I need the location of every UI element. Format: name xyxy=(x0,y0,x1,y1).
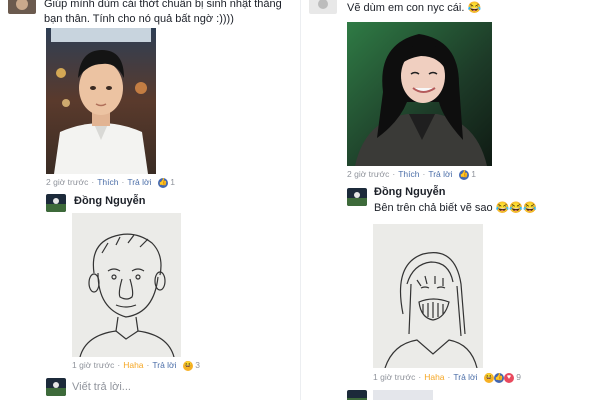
current-user-avatar xyxy=(347,390,367,400)
reply-author-name[interactable]: Đồng Nguyễn xyxy=(374,186,446,198)
reply-text: Bên trên chả biết vẽ sao 😂😂😂 xyxy=(374,202,537,214)
reply-author-name[interactable]: Đồng Nguyễn xyxy=(74,195,146,207)
reply-link[interactable]: Trả lời xyxy=(428,169,452,179)
comment-time: 2 giờ trước xyxy=(347,169,390,179)
like-icon: 👍 xyxy=(458,169,469,180)
like-link[interactable]: Thích xyxy=(398,169,419,179)
reply-link[interactable]: Trả lời xyxy=(453,372,477,382)
like-icon: 👍 xyxy=(157,177,168,188)
reaction-count[interactable]: 9 xyxy=(516,372,521,382)
love-icon: ♥ xyxy=(503,372,514,383)
reply-meta: 1 giờ trước · Haha · Trả lời 😆👍 ♥ 9 xyxy=(373,372,522,383)
haha-link[interactable]: Haha xyxy=(123,360,143,370)
haha-icon: 😆 xyxy=(483,372,494,383)
haha-icon: 😆 xyxy=(182,360,193,371)
reply-author-avatar[interactable] xyxy=(46,194,66,212)
comment-text: Giúp mình dùm cái thớt chuẩn bị sinh nhậ… xyxy=(44,0,282,25)
reply-sketch-image[interactable] xyxy=(72,213,181,357)
reply-time: 1 giờ trước xyxy=(72,360,115,370)
reaction-count[interactable]: 3 xyxy=(195,360,200,370)
commenter-avatar[interactable] xyxy=(8,0,36,14)
reply-sketch-image[interactable] xyxy=(373,224,483,368)
reply-meta: 1 giờ trước · Haha · Trả lời 😆 3 xyxy=(72,360,201,371)
comment-photo[interactable] xyxy=(46,28,156,174)
current-user-avatar xyxy=(46,378,66,396)
commenter-avatar[interactable] xyxy=(309,0,337,14)
reply-input[interactable]: Viết trả lời... xyxy=(72,381,131,393)
comment-text: Vẽ dùm em con nyc cái. 😂 xyxy=(347,2,482,14)
reaction-count[interactable]: 1 xyxy=(170,177,175,187)
reply-link[interactable]: Trả lời xyxy=(127,177,151,187)
like-link[interactable]: Thích xyxy=(97,177,118,187)
laughing-emoji-icon: 😂😂😂 xyxy=(495,202,537,214)
comment-meta: 2 giờ trước · Thích · Trả lời 👍 1 xyxy=(347,169,476,180)
reply-time: 1 giờ trước xyxy=(373,372,416,382)
comment-meta: 2 giờ trước · Thích · Trả lời 👍 1 xyxy=(46,177,175,188)
laughing-emoji-icon: 😂 xyxy=(467,2,482,14)
reaction-count[interactable]: 1 xyxy=(471,169,476,179)
reply-author-avatar[interactable] xyxy=(347,188,367,206)
comment-photo[interactable] xyxy=(347,22,492,166)
haha-link[interactable]: Haha xyxy=(424,372,444,382)
right-comment-thread: Vẽ dùm em con nyc cái. 😂 2 giờ trước · Thí… xyxy=(300,0,600,400)
left-comment-thread: Giúp mình dùm cái thớt chuẩn bị sinh nhậ… xyxy=(0,0,300,400)
comment-time: 2 giờ trước xyxy=(46,177,89,187)
reply-input[interactable] xyxy=(373,390,433,400)
reply-link[interactable]: Trả lời xyxy=(152,360,176,370)
like-icon: 👍 xyxy=(493,372,504,383)
